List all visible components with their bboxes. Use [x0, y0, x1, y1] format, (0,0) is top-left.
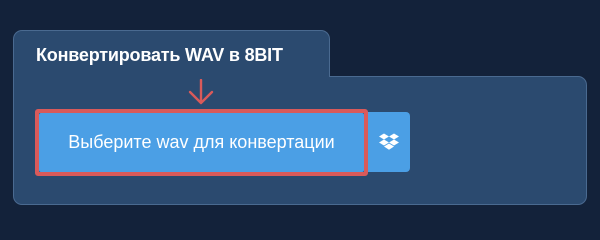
- tab-panel-seam: [14, 74, 329, 78]
- choose-wav-button[interactable]: Выберите wav для конвертации: [39, 113, 364, 172]
- converter-tab: Конвертировать WAV в 8BIT: [13, 30, 330, 78]
- converter-tab-title: Конвертировать WAV в 8BIT: [36, 45, 283, 65]
- dropbox-button[interactable]: [368, 112, 410, 172]
- dropbox-icon: [379, 133, 399, 150]
- arrow-down-icon: [188, 79, 214, 105]
